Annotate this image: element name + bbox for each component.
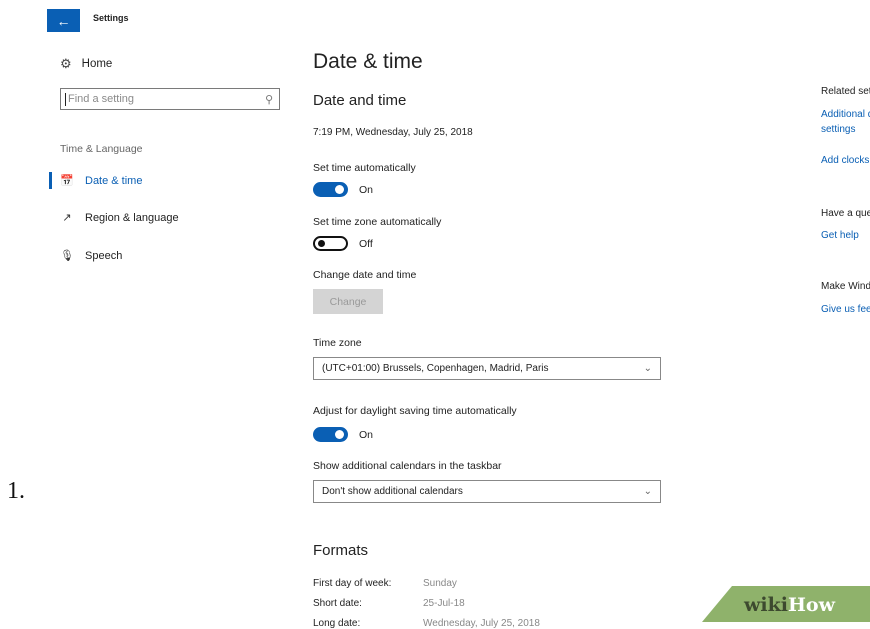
toggle-state: On [359,428,374,441]
sidebar-item-label: Date & time [85,174,143,187]
time-zone-label: Time zone [313,337,362,349]
logo-part-how: How [787,594,835,616]
toggle-knob [335,430,344,439]
format-value: 25-Jul-18 [423,598,465,609]
change-button[interactable]: Change [313,289,383,314]
calendar-clock-icon: 📅 [60,175,74,187]
sidebar-item-label: Speech [85,249,123,262]
toggle-knob [318,240,325,247]
feedback-link[interactable]: Give us feedback [821,304,870,315]
section-title: Date and time [313,92,407,109]
step-number: 1. [7,478,25,504]
calendars-label: Show additional calendars in the taskbar [313,460,502,472]
region-language-icon: ↗ [62,212,72,224]
page-title: Date & time [313,50,423,73]
formats-title: Formats [313,542,369,559]
sidebar-item-speech[interactable]: 🎙 Speech [60,249,123,263]
chevron-down-icon: ⌄ [643,486,652,497]
sidebar-item-region-language[interactable]: ↗ Region & language [60,211,179,225]
format-key: Long date: [313,618,361,629]
toggle-knob [335,185,344,194]
format-value: Wednesday, July 25, 2018 [423,618,540,629]
toggle-switch-off[interactable] [313,236,348,251]
search-icon[interactable]: ⚲ [265,93,273,106]
search-input[interactable] [66,93,265,105]
related-settings-panel: Related settings Additional date, time &… [821,80,870,320]
question-heading: Have a question? [821,208,870,219]
sidebar-item-date-time[interactable]: 📅 Date & time [60,174,143,188]
back-button[interactable]: ← [47,9,80,32]
chevron-down-icon: ⌄ [643,363,652,374]
logo-part-wiki: wiki [744,594,788,616]
time-zone-dropdown[interactable]: (UTC+01:00) Brussels, Copenhagen, Madrid… [313,357,661,380]
window-title: Settings [93,13,129,23]
daylight-saving-label: Adjust for daylight saving time automati… [313,405,517,417]
related-settings-heading: Related settings [821,86,870,97]
set-time-auto-label: Set time automatically [313,162,416,174]
additional-settings-link[interactable]: Additional date, time & regional [821,109,870,120]
toggle-state: On [359,183,374,196]
time-zone-value: (UTC+01:00) Brussels, Copenhagen, Madrid… [322,363,549,374]
daylight-saving-toggle[interactable]: On [313,427,373,442]
set-timezone-auto-toggle[interactable]: Off [313,236,373,251]
sidebar-home[interactable]: ⚙ Home [60,56,112,72]
change-datetime-label: Change date and time [313,269,417,281]
make-windows-better-heading: Make Windows better [821,281,870,292]
gear-icon: ⚙ [60,56,72,71]
active-indicator [49,172,52,189]
wikihow-logo: wikiHow [744,594,835,616]
set-time-auto-toggle[interactable]: On [313,182,373,197]
calendars-value: Don't show additional calendars [322,486,463,497]
search-box[interactable]: ⚲ [60,88,280,110]
microphone-icon: 🎙 [60,250,74,262]
format-key: First day of week: [313,578,392,589]
get-help-link[interactable]: Get help [821,230,859,241]
format-key: Short date: [313,598,362,609]
sidebar-section-label: Time & Language [60,143,143,155]
toggle-switch-on[interactable] [313,182,348,197]
additional-settings-link-cont[interactable]: settings [821,124,855,135]
toggle-switch-on[interactable] [313,427,348,442]
add-clocks-link[interactable]: Add clocks for different time zones [821,155,870,166]
set-timezone-auto-label: Set time zone automatically [313,216,442,228]
arrow-left-icon: ← [56,12,71,29]
format-value: Sunday [423,578,457,589]
toggle-state: Off [359,237,373,250]
sidebar-item-label: Region & language [85,211,179,224]
current-datetime: 7:19 PM, Wednesday, July 25, 2018 [313,127,473,138]
calendars-dropdown[interactable]: Don't show additional calendars ⌄ [313,480,661,503]
home-label: Home [81,58,113,70]
